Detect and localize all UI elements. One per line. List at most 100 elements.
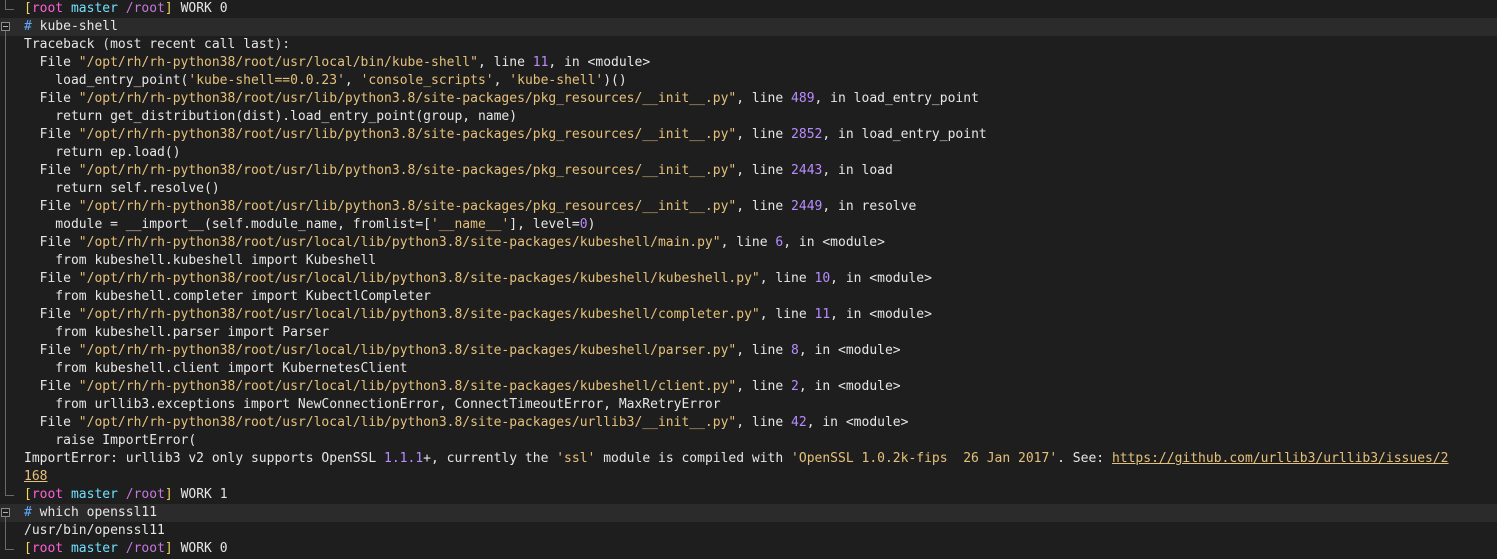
output-segment: File bbox=[24, 55, 79, 70]
output-segment: 1.1.1 bbox=[384, 451, 424, 466]
output-segment: , line bbox=[736, 415, 792, 430]
output-segment: File bbox=[24, 307, 79, 322]
output-segment: , in <module> bbox=[798, 343, 901, 358]
output-segment: . See: bbox=[1057, 451, 1112, 466]
output-line: File "/opt/rh/rh-python38/root/usr/local… bbox=[0, 378, 1497, 396]
output-segment: , in <module> bbox=[548, 55, 651, 70]
gutter-guide bbox=[0, 162, 14, 180]
output-segment: "/opt/rh/rh-python38/root/usr/lib/python… bbox=[78, 91, 737, 106]
line-text: File "/opt/rh/rh-python38/root/usr/local… bbox=[24, 414, 909, 432]
gutter-guide bbox=[0, 216, 14, 234]
prompt-host: master bbox=[70, 487, 118, 502]
output-segment: ): bbox=[274, 37, 291, 52]
gutter-guide bbox=[0, 306, 14, 324]
output-segment: , in <module> bbox=[806, 415, 909, 430]
output-segment: "/opt/rh/rh-python38/root/usr/local/lib/… bbox=[78, 235, 721, 250]
terminal-output[interactable]: [root master /root] WORK 0 # kube-shell Tr… bbox=[0, 0, 1497, 559]
output-segment: 489 bbox=[791, 91, 815, 106]
prompt-bracket: ] bbox=[164, 487, 173, 502]
output-segment: most recent call last bbox=[110, 37, 275, 52]
output-line: from kubeshell.completer import KubectlC… bbox=[0, 288, 1497, 306]
prompt-bracket: ] bbox=[164, 1, 173, 16]
prompt-user: root bbox=[31, 487, 64, 502]
line-text: [root master /root] WORK 0 bbox=[24, 540, 228, 558]
output-segment: "/opt/rh/rh-python38/root/usr/local/lib/… bbox=[78, 343, 737, 358]
line-text: File "/opt/rh/rh-python38/root/usr/local… bbox=[24, 54, 651, 72]
line-text: [root master /root] WORK 1 bbox=[24, 486, 228, 504]
prompt-line: [root master /root] WORK 0 bbox=[0, 540, 1497, 558]
prompt-user: root bbox=[31, 541, 64, 556]
output-segment: , in load_entry_point bbox=[822, 127, 987, 142]
output-segment: , line bbox=[759, 271, 815, 286]
output-segment: File bbox=[24, 271, 79, 286]
output-segment: module = __import__(self.module_name, fr… bbox=[24, 217, 431, 232]
output-segment: "/opt/rh/rh-python38/root/usr/lib/python… bbox=[78, 127, 737, 142]
output-segment: 'ssl' bbox=[556, 451, 596, 466]
gutter-guide bbox=[0, 234, 14, 252]
output-segment: Traceback bbox=[24, 37, 103, 52]
output-segment: "/opt/rh/rh-python38/root/usr/local/lib/… bbox=[78, 415, 737, 430]
fold-toggle-icon[interactable] bbox=[0, 504, 14, 522]
prompt-user: root bbox=[31, 1, 64, 16]
line-text: from kubeshell.kubeshell import Kubeshel… bbox=[24, 252, 376, 270]
output-segment: return get_distribution(dist).load_entry… bbox=[24, 109, 518, 124]
output-segment: ( bbox=[102, 37, 111, 52]
output-line: from kubeshell.parser import Parser bbox=[0, 324, 1497, 342]
gutter-guide bbox=[0, 54, 14, 72]
line-text: Traceback (most recent call last): bbox=[24, 36, 290, 54]
line-text: File "/opt/rh/rh-python38/root/usr/local… bbox=[24, 270, 932, 288]
output-segment: File bbox=[24, 343, 79, 358]
output-segment: "/opt/rh/rh-python38/root/usr/local/bin/… bbox=[78, 55, 478, 70]
output-segment: from kubeshell.kubeshell import Kubeshel… bbox=[24, 253, 377, 268]
output-line: module = __import__(self.module_name, fr… bbox=[0, 216, 1497, 234]
line-text: from kubeshell.client import KubernetesC… bbox=[24, 360, 407, 378]
fold-toggle-icon[interactable] bbox=[0, 18, 14, 36]
output-segment: File bbox=[24, 91, 79, 106]
output-segment: , line bbox=[736, 379, 792, 394]
output-segment: , line bbox=[720, 235, 776, 250]
output-segment: )() bbox=[603, 73, 627, 88]
output-segment: "/opt/rh/rh-python38/root/usr/lib/python… bbox=[78, 199, 737, 214]
line-text: File "/opt/rh/rh-python38/root/usr/local… bbox=[24, 378, 901, 396]
line-text: from urllib3.exceptions import NewConnec… bbox=[24, 396, 720, 414]
gutter-guide bbox=[0, 288, 14, 306]
output-segment: , line bbox=[736, 199, 792, 214]
output-segment: "/opt/rh/rh-python38/root/usr/local/lib/… bbox=[78, 379, 737, 394]
output-segment: "/opt/rh/rh-python38/root/usr/lib/python… bbox=[78, 163, 737, 178]
prompt-line: [root master /root] WORK 0 bbox=[0, 0, 1497, 18]
output-segment: 2852 bbox=[791, 127, 823, 142]
prompt-bracket: ] bbox=[164, 541, 173, 556]
output-segment: , line bbox=[759, 307, 815, 322]
output-line: from kubeshell.kubeshell import Kubeshel… bbox=[0, 252, 1497, 270]
command-text: kube-shell bbox=[39, 19, 118, 34]
issue-link[interactable]: https://github.com/urllib3/urllib3/issue… bbox=[1112, 451, 1449, 466]
gutter-guide bbox=[0, 342, 14, 360]
output-segment: , line bbox=[736, 127, 792, 142]
line-text: # which openssl11 bbox=[24, 504, 157, 522]
output-line: Traceback (most recent call last): bbox=[0, 36, 1497, 54]
work-label: WORK bbox=[180, 541, 212, 556]
prompt-cwd: /root bbox=[125, 1, 165, 16]
command-line: # kube-shell bbox=[0, 18, 1497, 36]
issue-link[interactable]: 168 bbox=[24, 469, 47, 484]
output-segment: from kubeshell.parser import Parser bbox=[24, 325, 330, 340]
line-text: return ep.load() bbox=[24, 144, 180, 162]
output-line: 168 bbox=[0, 468, 1497, 486]
line-text: /usr/bin/openssl11 bbox=[24, 522, 165, 540]
gutter-guide bbox=[0, 540, 14, 558]
output-segment: , in <module> bbox=[783, 235, 885, 250]
output-segment: , in load_entry_point bbox=[814, 91, 979, 106]
prompt-bracket: [ bbox=[24, 487, 32, 502]
output-line: File "/opt/rh/rh-python38/root/usr/lib/p… bbox=[0, 90, 1497, 108]
output-segment: , line bbox=[477, 55, 533, 70]
line-text: File "/opt/rh/rh-python38/root/usr/local… bbox=[24, 306, 932, 324]
line-text: File "/opt/rh/rh-python38/root/usr/local… bbox=[24, 342, 901, 360]
line-text: module = __import__(self.module_name, fr… bbox=[24, 216, 595, 234]
output-line: load_entry_point('kube-shell==0.0.23', '… bbox=[0, 72, 1497, 90]
line-text: # kube-shell bbox=[24, 18, 118, 36]
gutter-guide bbox=[0, 432, 14, 450]
output-segment: ], level= bbox=[509, 217, 580, 232]
line-text: from kubeshell.parser import Parser bbox=[24, 324, 329, 342]
output-line: File "/opt/rh/rh-python38/root/usr/lib/p… bbox=[0, 198, 1497, 216]
line-text: ImportError: urllib3 v2 only supports Op… bbox=[24, 450, 1449, 468]
